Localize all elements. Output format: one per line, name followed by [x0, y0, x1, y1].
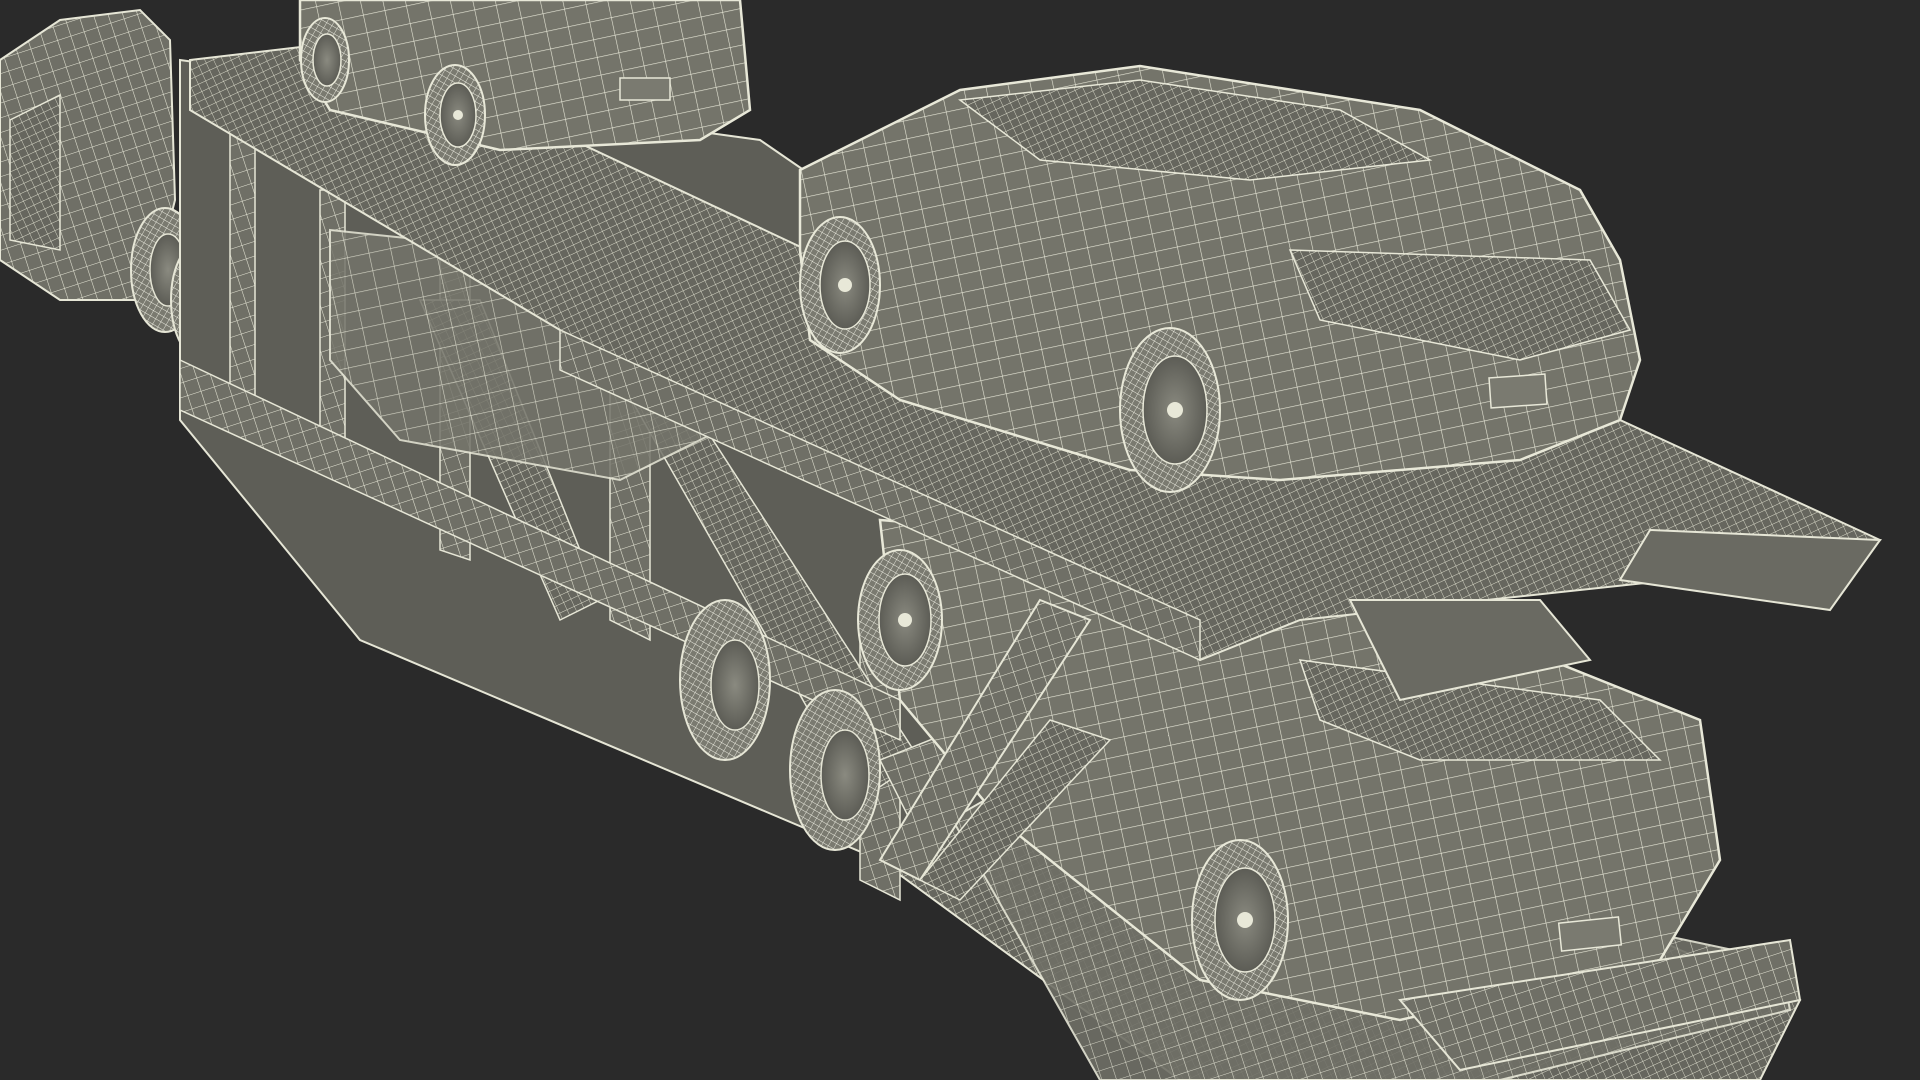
car-wheel [857, 549, 943, 691]
car-wheel [799, 216, 881, 354]
car-wheel [300, 17, 350, 103]
trailer-wheel [679, 599, 771, 761]
car-wheel [1191, 839, 1289, 1001]
wireframe-render-viewport [0, 0, 1920, 1080]
wireframe-render [0, 0, 1882, 1080]
trailer-wheel [789, 689, 881, 851]
car-wheel [424, 64, 486, 166]
car-wheel [1119, 327, 1221, 493]
